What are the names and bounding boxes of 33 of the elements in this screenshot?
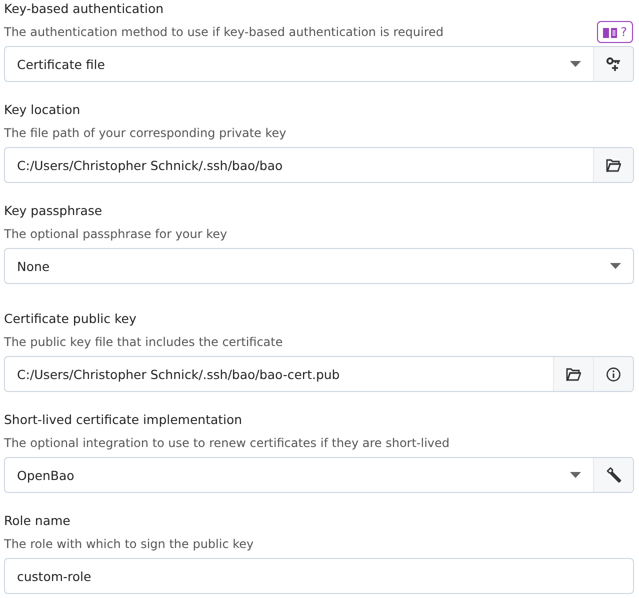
folder-icon: [566, 368, 581, 380]
info-icon: [606, 366, 621, 382]
wrench-button[interactable]: [593, 458, 633, 492]
folder-button[interactable]: [593, 148, 633, 182]
book-icon: [602, 26, 617, 38]
field-description: The public key file that includes the certificate: [4, 335, 283, 349]
folder-button[interactable]: [553, 357, 593, 391]
text-field[interactable]: C:/Users/Christopher Schnick/.ssh/bao/bao: [4, 147, 634, 183]
key-button[interactable]: [593, 47, 633, 81]
text-field[interactable]: custom-role: [4, 558, 634, 594]
dropdown-caret-icon[interactable]: [570, 61, 581, 67]
dropdown-caret-icon[interactable]: [610, 263, 621, 269]
field-description: The role with which to sign the public key: [4, 537, 254, 551]
field-description: The file path of your corresponding private key: [4, 126, 286, 140]
dropdown-field[interactable]: None: [4, 248, 634, 284]
field-description: The optional integration to use to renew certificates if they are short-lived: [4, 436, 450, 450]
field-label: Key passphrase: [4, 203, 104, 219]
field-label: Key location: [4, 102, 82, 118]
field-label: Certificate public key: [4, 311, 138, 327]
wrench-icon: [606, 467, 622, 483]
field-label: Role name: [4, 513, 72, 529]
dropdown-caret-icon[interactable]: [570, 472, 581, 478]
text-field[interactable]: C:/Users/Christopher Schnick/.ssh/bao/bao-cert.pub: [4, 356, 634, 392]
dropdown-field[interactable]: Certificate file: [4, 46, 634, 82]
field-label: Key-based authentication: [4, 1, 165, 17]
info-button[interactable]: [593, 357, 633, 391]
field-description: The authentication method to use if key-based authentication is required: [4, 25, 444, 39]
folder-icon: [606, 158, 621, 172]
help-button[interactable]: ?: [596, 21, 633, 43]
field-description: The optional passphrase for your key: [4, 227, 228, 241]
key-icon: [606, 56, 622, 72]
dropdown-field[interactable]: OpenBao: [4, 457, 634, 493]
field-label: Short-lived certificate implementation: [4, 412, 244, 428]
